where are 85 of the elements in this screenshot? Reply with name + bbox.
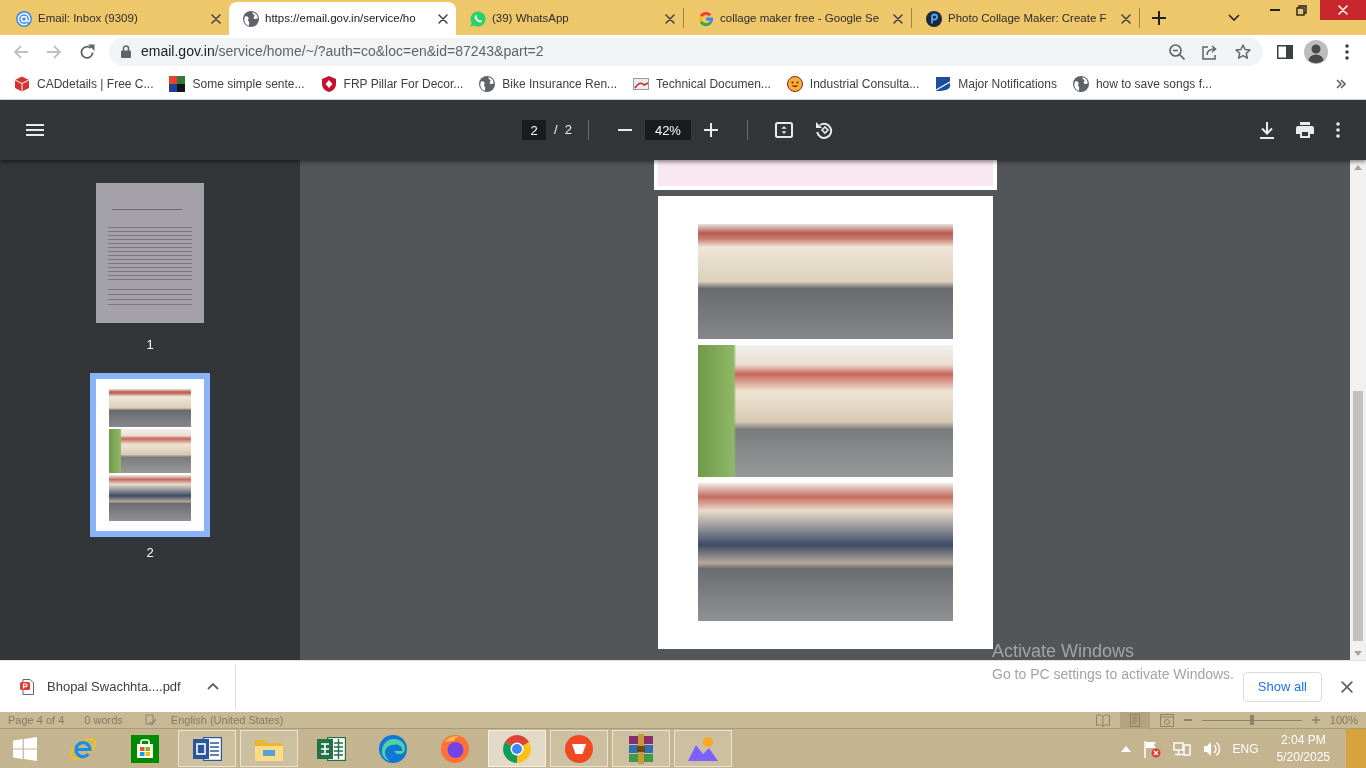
share-icon[interactable] (1202, 43, 1218, 60)
browser-tab[interactable]: https://email.gov.in/service/ho (229, 2, 456, 35)
chat-bubble-icon (470, 10, 486, 27)
page-thumbnail[interactable] (96, 183, 204, 323)
rotate-icon[interactable] (814, 121, 833, 139)
word-count: 0 words (84, 712, 123, 728)
colored-g-icon (698, 10, 714, 27)
bookmark[interactable]: Some simple sente... (161, 69, 313, 98)
bookmark[interactable]: FRP Pillar For Decor... (312, 69, 472, 98)
download-item[interactable]: Bhopal Swachhta....pdf (0, 664, 236, 709)
mountain-icon (688, 736, 718, 761)
page-separator: / (554, 121, 558, 140)
book-stack-icon (628, 733, 654, 764)
show-all-button[interactable]: Show all (1242, 671, 1322, 702)
close-icon[interactable] (893, 13, 903, 24)
close-window-button[interactable] (1320, 0, 1366, 20)
close-icon (1338, 5, 1348, 15)
print-icon[interactable] (1296, 122, 1314, 138)
close-icon[interactable] (665, 13, 675, 24)
spreadsheet-tile-icon[interactable] (316, 734, 346, 763)
cube-icon (14, 75, 30, 92)
page-number-label: 1 (146, 336, 154, 354)
zoom-field[interactable]: 42% (644, 120, 691, 140)
bookmark[interactable]: Technical Documen... (625, 69, 779, 98)
bookmark[interactable]: CADdetails | Free C... (6, 69, 162, 98)
page-number-field[interactable]: 2 (522, 120, 547, 140)
bookmark[interactable]: how to save songs f... (1064, 69, 1220, 98)
globe-icon (243, 10, 259, 27)
flag-alert-icon[interactable] (1142, 739, 1161, 758)
ribbon-logo-icon (926, 10, 942, 27)
pdf-file-icon (20, 678, 34, 695)
address-bar[interactable]: email.gov.in/service/home/~/?auth=co&loc=en&id=87243&part=2 (109, 37, 1263, 66)
page-thumbnail[interactable] (90, 372, 210, 537)
restore-icon[interactable] (1295, 4, 1307, 16)
double-chevron-icon[interactable] (1336, 78, 1346, 89)
zoom-percent: 100% (1329, 712, 1358, 728)
taskbar-button[interactable] (488, 730, 546, 767)
circle-logo-icon (564, 733, 594, 764)
avatar-icon[interactable] (1303, 39, 1328, 64)
flame-circle-icon[interactable] (440, 733, 470, 764)
picture-icon (633, 75, 650, 92)
at-sign-icon (16, 10, 32, 27)
more-menu-icon[interactable] (1344, 43, 1349, 60)
close-icon[interactable] (1341, 680, 1353, 693)
globe-icon (1072, 75, 1089, 92)
mosaic-icon (169, 75, 186, 92)
lock-icon (121, 45, 131, 58)
caret-up-icon[interactable] (207, 683, 219, 690)
close-icon[interactable] (438, 13, 448, 24)
star-icon[interactable] (1235, 43, 1251, 60)
tricolor-circle-icon (502, 733, 532, 764)
reload-icon[interactable] (79, 43, 95, 60)
browser-tab[interactable]: Email: Inbox (9309) (2, 2, 229, 35)
browser-tab[interactable]: collage maker free - Google Se (684, 2, 911, 35)
smiley-icon (786, 75, 803, 92)
badge-logo-icon (935, 75, 952, 92)
zoom-out-icon[interactable] (1169, 43, 1185, 60)
activation-title: Activate Windows (992, 640, 1136, 662)
page-total: 2 (564, 121, 572, 140)
slider-thumb[interactable] (1249, 715, 1254, 725)
activation-message: Go to PC settings to activate Windows. (992, 665, 1234, 683)
browser-tab[interactable]: Photo Collage Maker: Create F (912, 2, 1139, 35)
bookmark[interactable]: Major Notifications (927, 69, 1065, 98)
fit-page-icon[interactable] (774, 122, 793, 138)
scrollbar-thumb[interactable] (1353, 391, 1363, 641)
start-icon[interactable] (13, 736, 37, 761)
download-icon[interactable] (1260, 121, 1274, 139)
caret-down-icon[interactable] (1228, 14, 1240, 21)
globe-icon (479, 75, 496, 92)
language-status: English (United States) (170, 712, 284, 728)
close-icon[interactable] (211, 13, 221, 24)
browser-tab[interactable]: (39) WhatsApp (456, 2, 683, 35)
close-icon[interactable] (1121, 13, 1131, 24)
bookmark[interactable]: Industrial Consulta... (778, 69, 928, 98)
emblem-icon (320, 75, 337, 92)
menu-icon[interactable] (26, 124, 44, 136)
minus-icon[interactable] (617, 129, 632, 131)
plus-icon[interactable] (1152, 10, 1166, 25)
page-number-label: 2 (146, 543, 154, 562)
side-panel-icon[interactable] (1276, 44, 1293, 59)
page-status: Page 4 of 4 (8, 712, 65, 728)
bookmark[interactable]: Bike Insurance Ren... (471, 69, 626, 98)
more-menu-icon[interactable] (1336, 122, 1340, 138)
document-tile-icon (192, 734, 222, 763)
shopping-bag-icon[interactable] (131, 734, 159, 763)
